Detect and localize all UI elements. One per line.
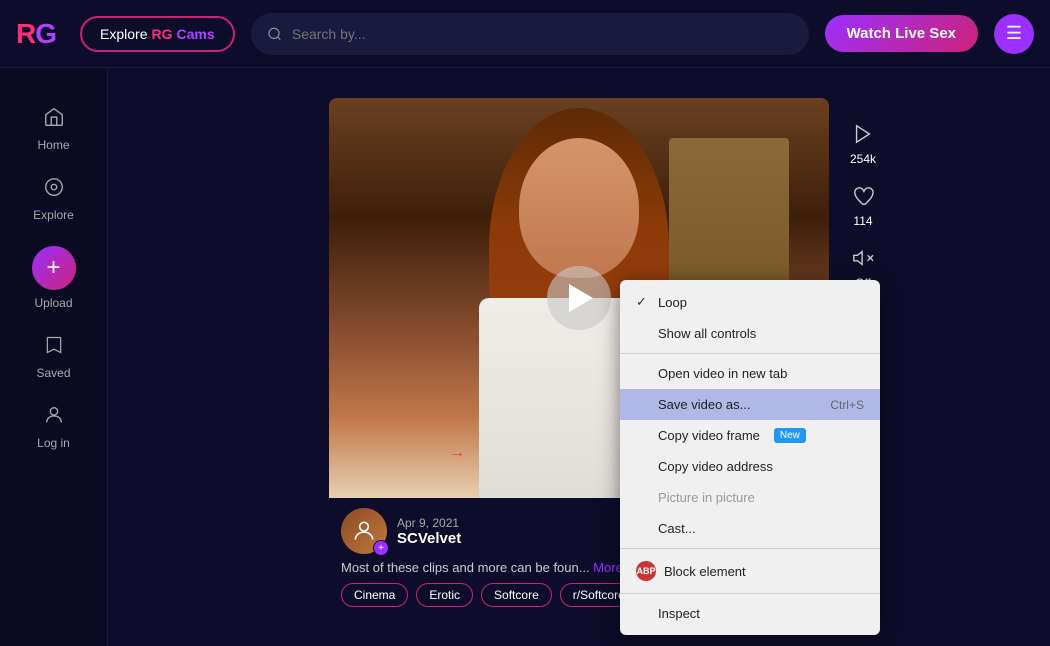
home-icon	[43, 106, 65, 134]
tag-cinema[interactable]: Cinema	[341, 583, 408, 607]
likes-control[interactable]: 114	[847, 180, 879, 228]
sidebar-saved-label: Saved	[36, 366, 70, 380]
play-triangle-icon	[569, 284, 593, 312]
pip-label: Picture in picture	[658, 490, 755, 505]
sidebar-upload-label: Upload	[34, 296, 72, 310]
saved-icon	[44, 334, 64, 362]
video-date: Apr 9, 2021	[397, 516, 461, 530]
sidebar-item-saved[interactable]: Saved	[0, 326, 107, 388]
save-as-label: Save video as...	[658, 397, 751, 412]
search-icon	[267, 26, 282, 42]
upload-icon: +	[32, 246, 76, 290]
context-menu: ✓ Loop Show all controls Open video in n…	[620, 280, 880, 635]
explore-rg-label: RG	[151, 26, 172, 42]
watch-live-button[interactable]: Watch Live Sex	[825, 15, 978, 52]
likes-count: 114	[853, 214, 872, 228]
search-bar	[251, 13, 809, 55]
search-input[interactable]	[292, 26, 793, 42]
face	[519, 138, 639, 278]
context-menu-save-as[interactable]: Save video as... Ctrl+S	[620, 389, 880, 420]
explore-cams-label: Cams	[176, 26, 214, 42]
save-as-shortcut: Ctrl+S	[830, 398, 864, 412]
context-menu-show-controls[interactable]: Show all controls	[620, 318, 880, 349]
context-menu-open-tab[interactable]: Open video in new tab	[620, 358, 880, 389]
copy-address-label: Copy video address	[658, 459, 773, 474]
abp-icon: ABP	[636, 561, 656, 581]
divider-3	[620, 593, 880, 594]
logo-r: R	[16, 18, 35, 50]
video-title-info: Apr 9, 2021 SCVelvet	[397, 516, 461, 547]
hamburger-menu-button[interactable]: ☰	[994, 14, 1034, 54]
video-author[interactable]: SCVelvet	[397, 530, 461, 547]
explore-icon	[43, 176, 65, 204]
context-menu-block[interactable]: ABP Block element	[620, 553, 880, 589]
red-arrow: →	[449, 444, 465, 462]
cast-label: Cast...	[658, 521, 696, 536]
block-label: Block element	[664, 564, 746, 579]
sidebar-home-label: Home	[37, 138, 69, 152]
avatar-wrap: +	[341, 508, 387, 554]
divider-1	[620, 353, 880, 354]
sidebar-item-explore[interactable]: Explore	[0, 168, 107, 230]
divider-2	[620, 548, 880, 549]
sidebar-explore-label: Explore	[33, 208, 74, 222]
context-menu-copy-address[interactable]: Copy video address	[620, 451, 880, 482]
context-menu-inspect[interactable]: Inspect	[620, 598, 880, 629]
explore-label: Explore	[100, 26, 147, 42]
sidebar-login-label: Log in	[37, 436, 70, 450]
audio-icon	[847, 242, 879, 274]
context-menu-copy-frame[interactable]: Copy video frame New	[620, 420, 880, 451]
explore-cams-button[interactable]: Explore RG Cams	[80, 16, 235, 52]
inspect-label: Inspect	[658, 606, 700, 621]
sidebar: Home Explore + Upload Saved	[0, 68, 108, 646]
context-menu-pip: Picture in picture	[620, 482, 880, 513]
play-button[interactable]	[547, 266, 611, 330]
new-badge: New	[774, 428, 806, 443]
heart-icon	[847, 180, 879, 212]
hamburger-icon: ☰	[1006, 23, 1022, 44]
copy-frame-label: Copy video frame	[658, 428, 760, 443]
views-count: 254k	[850, 152, 876, 166]
sidebar-item-upload[interactable]: + Upload	[0, 238, 107, 318]
logo-g: G	[35, 18, 56, 50]
main-content: 254k 114 Off	[108, 68, 1050, 646]
check-icon: ✓	[636, 294, 650, 310]
show-controls-label: Show all controls	[658, 326, 756, 341]
plus-badge: +	[373, 540, 389, 556]
logo: RG	[16, 18, 56, 50]
play-count-icon	[847, 118, 879, 150]
sidebar-item-login[interactable]: Log in	[0, 396, 107, 458]
more-link[interactable]: More	[593, 560, 623, 575]
sidebar-item-home[interactable]: Home	[0, 98, 107, 160]
context-menu-loop[interactable]: ✓ Loop	[620, 286, 880, 318]
open-tab-label: Open video in new tab	[658, 366, 787, 381]
context-menu-cast[interactable]: Cast...	[620, 513, 880, 544]
user-icon	[43, 404, 65, 432]
tag-softcore[interactable]: Softcore	[481, 583, 552, 607]
header: RG Explore RG Cams Watch Live Sex ☰	[0, 0, 1050, 68]
views-control[interactable]: 254k	[847, 118, 879, 166]
loop-label: Loop	[658, 295, 687, 310]
tag-erotic[interactable]: Erotic	[416, 583, 473, 607]
